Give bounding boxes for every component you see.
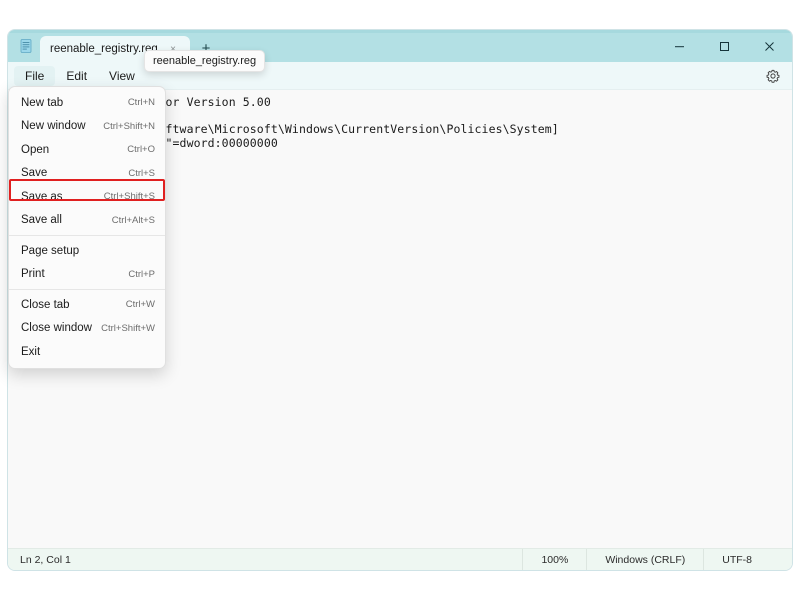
menu-item-open[interactable]: Open Ctrl+O (9, 138, 165, 162)
menu-item-label: Save all (21, 214, 62, 227)
menu-separator (9, 289, 165, 290)
status-bar: Ln 2, Col 1 100% Windows (CRLF) UTF-8 (8, 548, 792, 570)
menu-separator (9, 235, 165, 236)
menu-item-save[interactable]: Save Ctrl+S (9, 162, 165, 186)
title-bar[interactable]: reenable_registry.reg × + (8, 30, 792, 62)
status-zoom[interactable]: 100% (522, 549, 586, 570)
menu-item-shortcut: Ctrl+O (127, 144, 155, 156)
menubar-item-file[interactable]: File (14, 65, 56, 86)
menu-item-label: Exit (21, 345, 41, 358)
menu-item-label: Save as (21, 190, 63, 203)
tab-tooltip: reenable_registry.reg (144, 50, 266, 72)
caption-button-group (657, 30, 792, 62)
menu-item-label: Save (21, 167, 48, 180)
minimize-button[interactable] (657, 30, 702, 62)
file-dropdown-menu: New tab Ctrl+N New window Ctrl+Shift+N O… (8, 86, 166, 369)
tab-label: reenable_registry.reg (50, 43, 158, 55)
menu-item-new-tab[interactable]: New tab Ctrl+N (9, 91, 165, 115)
menu-item-shortcut: Ctrl+Alt+S (111, 214, 155, 226)
menu-item-shortcut: Ctrl+Shift+W (101, 322, 155, 334)
status-right-group: 100% Windows (CRLF) UTF-8 (522, 549, 792, 570)
menubar-item-view[interactable]: View (98, 66, 146, 86)
status-cursor-position: Ln 2, Col 1 (20, 554, 71, 566)
gear-icon[interactable] (762, 65, 784, 87)
status-encoding[interactable]: UTF-8 (703, 549, 792, 570)
maximize-button[interactable] (702, 30, 747, 62)
menu-item-shortcut: Ctrl+N (127, 97, 155, 109)
menu-item-exit[interactable]: Exit (9, 340, 165, 364)
menu-item-shortcut: Ctrl+W (125, 299, 155, 311)
menu-item-page-setup[interactable]: Page setup (9, 239, 165, 263)
menu-item-print[interactable]: Print Ctrl+P (9, 263, 165, 287)
menu-item-shortcut: Ctrl+Shift+S (103, 191, 155, 203)
menu-item-shortcut: Ctrl+P (128, 268, 155, 280)
screenshot-root: reenable_registry.reg × + File Edit View… (0, 0, 800, 600)
status-line-ending[interactable]: Windows (CRLF) (586, 549, 703, 570)
notepad-document-icon (18, 38, 34, 54)
menu-item-close-tab[interactable]: Close tab Ctrl+W (9, 293, 165, 317)
menu-item-save-all[interactable]: Save all Ctrl+Alt+S (9, 209, 165, 233)
menubar-item-edit[interactable]: Edit (55, 66, 98, 86)
menu-item-label: Close window (21, 322, 92, 335)
menu-item-label: Page setup (21, 244, 80, 257)
menu-item-shortcut: Ctrl+Shift+N (103, 120, 155, 132)
close-window-button[interactable] (747, 30, 792, 62)
menu-item-label: Open (21, 143, 50, 156)
menu-item-label: New tab (21, 96, 64, 109)
menu-item-new-window[interactable]: New window Ctrl+Shift+N (9, 115, 165, 139)
menu-item-save-as[interactable]: Save as Ctrl+Shift+S (9, 185, 165, 209)
menu-item-label: Print (21, 268, 45, 281)
menu-item-shortcut: Ctrl+S (128, 167, 155, 179)
menu-item-label: New window (21, 120, 86, 133)
menu-item-label: Close tab (21, 298, 70, 311)
menu-item-close-window[interactable]: Close window Ctrl+Shift+W (9, 317, 165, 341)
